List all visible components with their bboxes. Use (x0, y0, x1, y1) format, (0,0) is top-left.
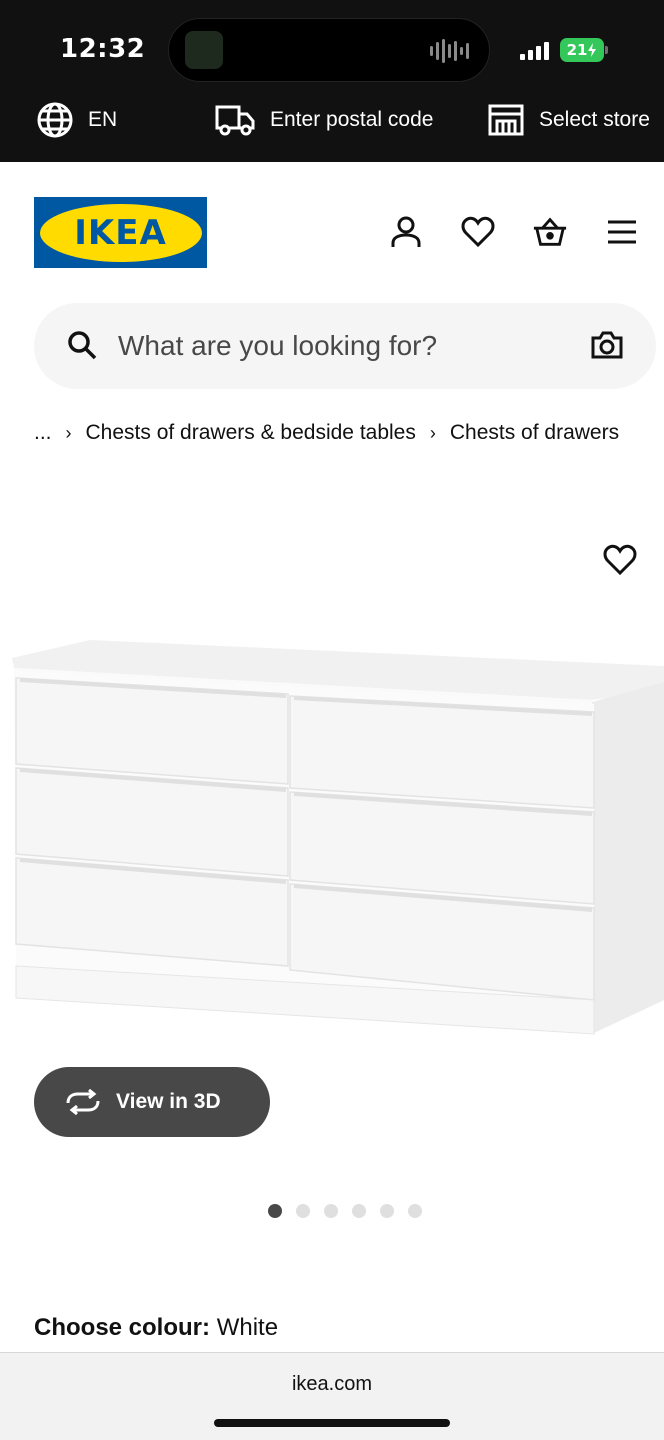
logo-oval: IKEA (39, 203, 202, 262)
heart-icon[interactable] (460, 214, 496, 250)
add-to-wishlist-heart-icon[interactable] (603, 543, 637, 577)
search-input[interactable] (118, 303, 568, 389)
breadcrumb-chests-of-drawers[interactable]: Chests of drawers (450, 421, 619, 445)
delivery-truck-icon (215, 105, 255, 136)
browser-url-bar: ikea.com (0, 1352, 664, 1440)
signal-icon (520, 40, 549, 60)
language-selector[interactable]: EN (36, 100, 117, 140)
search-bar (34, 303, 656, 389)
top-bar: 12:32 21 EN Enter postal code Select sto… (0, 0, 664, 162)
view-in-3d-label: View in 3D (116, 1090, 221, 1113)
status-bar: 12:32 21 (0, 0, 664, 100)
menu-icon[interactable] (604, 214, 640, 250)
globe-icon (37, 102, 73, 138)
carousel-dot[interactable] (380, 1204, 394, 1218)
image-carousel-dots (268, 1204, 422, 1218)
battery-tip (605, 46, 608, 54)
carousel-dot[interactable] (268, 1204, 282, 1218)
url-text[interactable]: ikea.com (0, 1373, 664, 1396)
chevron-right-icon: › (429, 422, 436, 443)
basket-icon[interactable] (532, 214, 568, 250)
view-in-3d-button[interactable]: View in 3D (34, 1067, 270, 1137)
breadcrumb-ellipsis[interactable]: ... (34, 421, 52, 445)
chevron-right-icon: › (65, 422, 72, 443)
colour-value: White (216, 1314, 279, 1341)
select-store-label: Select store (539, 108, 650, 131)
logo-text: IKEA (74, 212, 167, 253)
store-icon (488, 104, 524, 136)
profile-icon[interactable] (388, 214, 424, 250)
carousel-dot[interactable] (408, 1204, 422, 1218)
product-image[interactable] (0, 620, 664, 1050)
select-store-button[interactable]: Select store (487, 100, 650, 140)
postal-code-button[interactable]: Enter postal code (214, 100, 433, 140)
battery-level: 21 (566, 41, 588, 59)
utility-bar: EN Enter postal code Select store (0, 100, 664, 162)
colour-selector[interactable]: Choose colour: White (34, 1314, 278, 1342)
breadcrumb-chests-bedside[interactable]: Chests of drawers & bedside tables (86, 421, 416, 445)
camera-icon[interactable] (590, 329, 624, 361)
ikea-logo[interactable]: IKEA (34, 197, 207, 268)
search-icon[interactable] (66, 329, 98, 361)
carousel-dot[interactable] (324, 1204, 338, 1218)
audio-wave-icon (430, 39, 469, 63)
battery-indicator: 21 (560, 38, 604, 62)
home-indicator[interactable] (214, 1419, 450, 1427)
colour-label: Choose colour: (34, 1314, 211, 1341)
breadcrumb: ... › Chests of drawers & bedside tables… (34, 418, 619, 448)
carousel-dot[interactable] (352, 1204, 366, 1218)
now-playing-thumbnail (185, 31, 223, 69)
postal-code-label: Enter postal code (270, 108, 434, 131)
status-time: 12:32 (60, 34, 146, 64)
language-label: EN (88, 108, 118, 131)
dynamic-island (168, 18, 490, 82)
rotate-3d-icon (66, 1089, 100, 1115)
charging-bolt-icon (588, 43, 597, 57)
carousel-dot[interactable] (296, 1204, 310, 1218)
header-actions (388, 214, 640, 250)
